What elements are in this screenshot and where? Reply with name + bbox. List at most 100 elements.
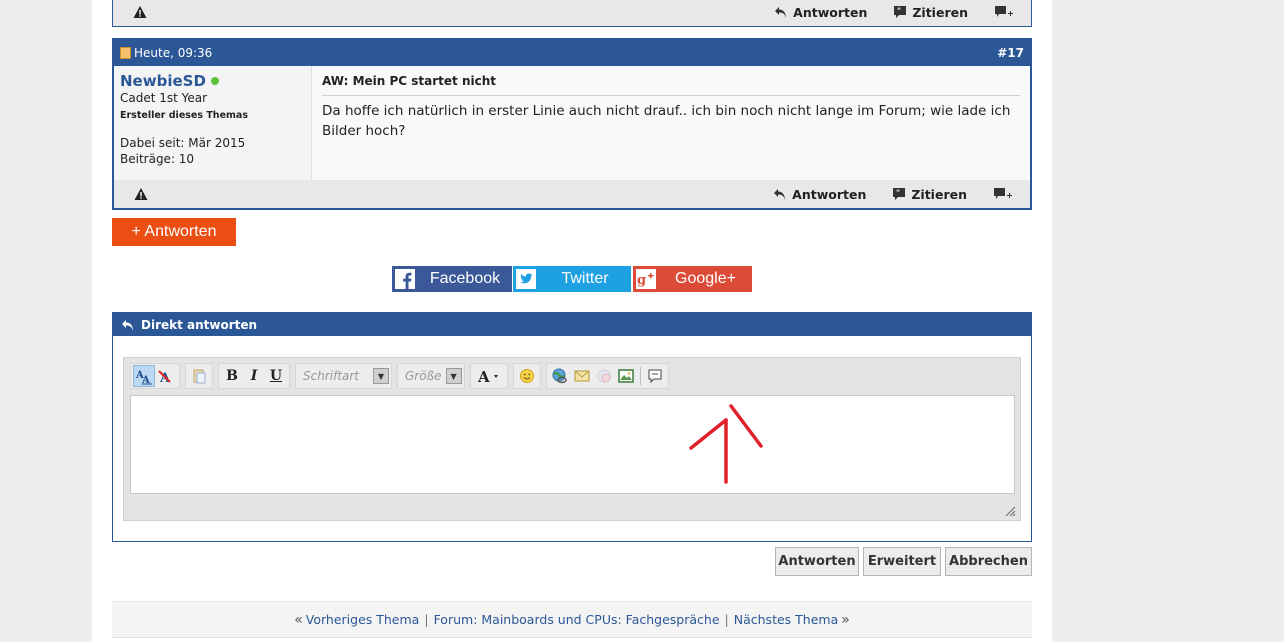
nav-separator: |	[424, 612, 429, 627]
unlink-icon	[597, 369, 611, 383]
chevron-down-icon: ▼	[445, 368, 462, 384]
post-title: AW: Mein PC startet nicht	[322, 74, 1020, 96]
quote-action-label: Zitieren	[912, 4, 968, 20]
post-footer: Antworten " Zitieren	[114, 180, 1030, 208]
nav-separator: |	[724, 612, 729, 627]
reply-action-label: Antworten	[793, 4, 868, 20]
next-thread-link[interactable]: Nächstes Thema	[734, 612, 838, 627]
insert-image-button[interactable]	[615, 365, 637, 387]
font-select[interactable]: Schriftart ▼	[298, 365, 389, 387]
user-info: NewbieSD Cadet 1st Year Ersteller dieses…	[114, 66, 312, 180]
italic-icon: I	[250, 368, 258, 384]
submit-reply-button[interactable]: Antworten	[775, 547, 859, 576]
post-content: AW: Mein PC startet nicht Da hoffe ich n…	[312, 66, 1030, 180]
quick-reply-header: Direkt antworten	[113, 313, 1031, 336]
advanced-editor-button[interactable]: Erweitert	[863, 547, 941, 576]
google-plus-label: Google+	[675, 270, 736, 287]
multi-quote-icon	[995, 6, 1013, 17]
font-select-placeholder: Schriftart	[303, 369, 360, 383]
thread-navigation: « Vorheriges Thema | Forum: Mainboards u…	[112, 601, 1032, 638]
post-text: Da hoffe ich natürlich in erster Linie a…	[322, 103, 1011, 139]
paste-button[interactable]	[188, 365, 210, 387]
reply-arrow-icon	[774, 189, 786, 200]
username-text: NewbieSD	[120, 72, 206, 90]
reply-action[interactable]: Antworten	[773, 187, 866, 202]
svg-text:A: A	[477, 368, 490, 385]
annotation-arrow-icon	[689, 404, 763, 484]
twitter-share-button[interactable]: Twitter	[513, 266, 631, 292]
svg-text:": "	[897, 7, 901, 16]
font-color-button[interactable]: A	[473, 365, 505, 387]
facebook-share-button[interactable]: Facebook	[392, 266, 512, 292]
underline-icon: U	[269, 368, 283, 384]
new-reply-button[interactable]: + Antworten	[112, 218, 236, 246]
remove-link-button[interactable]	[593, 365, 615, 387]
cancel-button[interactable]: Abbrechen	[945, 547, 1032, 576]
email-envelope-icon	[574, 370, 590, 382]
page: Antworten " Zitieren Heute, 09:36 #17 Ne…	[92, 0, 1052, 642]
italic-button[interactable]: I	[243, 365, 265, 387]
paste-icon	[193, 369, 206, 384]
user-post-count: Beiträge: 10	[120, 152, 195, 166]
post-header: Heute, 09:36 #17	[114, 40, 1030, 66]
wysiwyg-mode-icon: AA	[135, 370, 152, 385]
remove-format-icon: A	[158, 370, 171, 385]
post-date-text: Heute, 09:36	[134, 46, 213, 60]
facebook-icon	[394, 268, 416, 290]
message-textarea[interactable]	[130, 395, 1015, 494]
bold-icon: B	[226, 368, 238, 384]
font-color-icon: A	[477, 368, 498, 385]
post-icon	[120, 47, 131, 59]
underline-button[interactable]: U	[265, 365, 287, 387]
reply-action-label: Antworten	[792, 186, 867, 202]
size-select[interactable]: Größe ▼	[400, 365, 462, 387]
size-select-placeholder: Größe	[405, 369, 442, 383]
twitter-icon	[515, 268, 537, 290]
smilies-button[interactable]	[516, 365, 538, 387]
multi-quote-action[interactable]	[993, 187, 1018, 201]
smiley-icon	[519, 369, 534, 383]
post-date: Heute, 09:36	[120, 46, 212, 60]
quote-action[interactable]: " Zitieren	[892, 187, 967, 202]
reply-arrow-icon	[775, 7, 787, 18]
svg-text:": "	[896, 189, 900, 198]
report-warning-icon[interactable]	[133, 5, 147, 19]
image-icon	[617, 369, 634, 383]
resize-grip-icon[interactable]	[1004, 505, 1016, 517]
post-17: Heute, 09:36 #17 NewbieSD Cadet 1st Year…	[112, 38, 1032, 210]
toolbar-divider	[639, 367, 641, 385]
google-plus-icon: g	[635, 268, 657, 290]
wysiwyg-editor: AA A B I U Sc	[123, 357, 1021, 521]
right-quote-glyph: »	[841, 611, 850, 628]
link-globe-icon	[552, 368, 567, 384]
online-status-icon	[210, 77, 219, 85]
facebook-label: Facebook	[429, 270, 501, 287]
username-link[interactable]: NewbieSD	[120, 72, 305, 90]
quick-reply-title: Direkt antworten	[141, 317, 258, 332]
insert-quote-button[interactable]	[644, 365, 666, 387]
previous-post-footer: Antworten " Zitieren	[112, 0, 1032, 27]
chevron-down-icon: ▼	[373, 368, 389, 384]
reply-arrow-icon	[122, 319, 133, 331]
multi-quote-action[interactable]	[994, 5, 1019, 19]
reply-action[interactable]: Antworten	[774, 5, 867, 20]
multi-quote-icon	[994, 188, 1012, 199]
user-rank: Cadet 1st Year	[120, 91, 208, 105]
quote-bubble-icon	[648, 369, 662, 384]
wysiwyg-mode-button[interactable]: AA	[133, 365, 155, 387]
left-quote-glyph: «	[294, 611, 303, 628]
bold-button[interactable]: B	[221, 365, 243, 387]
quote-action-label: Zitieren	[911, 186, 967, 202]
quote-action[interactable]: " Zitieren	[893, 5, 968, 20]
insert-email-button[interactable]	[571, 365, 593, 387]
thread-starter-label: Ersteller dieses Themas	[120, 110, 248, 121]
previous-thread-link[interactable]: Vorheriges Thema	[306, 612, 420, 627]
forum-link[interactable]: Forum: Mainboards und CPUs: Fachgespräch…	[434, 612, 720, 627]
remove-format-button[interactable]: A	[155, 365, 177, 387]
twitter-label: Twitter	[561, 270, 609, 287]
post-number[interactable]: #17	[997, 46, 1024, 60]
google-plus-share-button[interactable]: g Google+	[633, 266, 752, 292]
report-warning-icon[interactable]	[134, 187, 148, 201]
insert-link-button[interactable]	[549, 365, 571, 387]
svg-text:g: g	[637, 273, 646, 288]
